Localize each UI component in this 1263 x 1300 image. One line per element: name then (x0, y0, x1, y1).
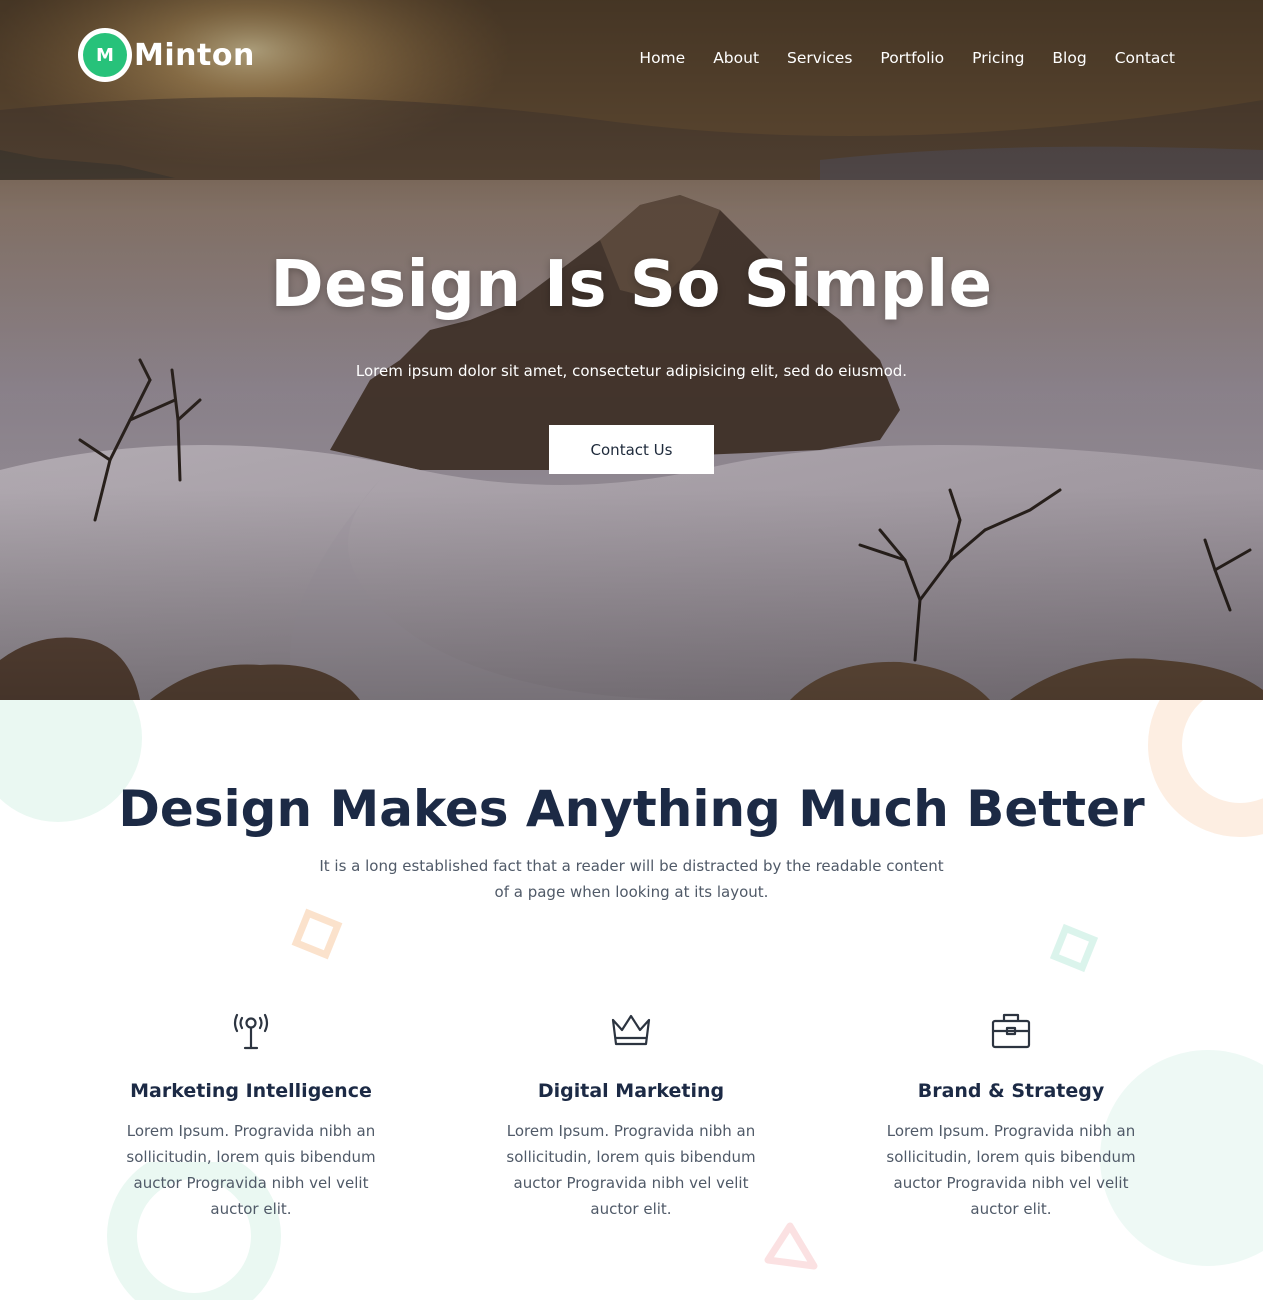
feature-title: Marketing Intelligence (130, 1080, 372, 1102)
nav-link-services[interactable]: Services (787, 47, 852, 69)
feature-text: Lorem Ipsum. Progravida nibh an sollicit… (126, 1122, 376, 1218)
nav-link-home[interactable]: Home (639, 47, 685, 69)
features-section: Design Makes Anything Much Better It is … (0, 700, 1263, 1300)
deco-square-peach (291, 908, 343, 960)
feature-title: Brand & Strategy (917, 1080, 1105, 1102)
contact-us-button[interactable]: Contact Us (549, 425, 714, 474)
hero-section: M Minton Home About Services Portfolio P… (0, 0, 1263, 700)
hero-background-image (0, 0, 1263, 700)
logo-letter: M (83, 33, 127, 77)
section-title: Design Makes Anything Much Better (118, 780, 1145, 838)
feature-card-marketing-intelligence: Marketing Intelligence Lorem Ipsum. Prog… (101, 1010, 401, 1222)
feature-text: Lorem Ipsum. Progravida nibh an sollicit… (886, 1122, 1136, 1218)
feature-card-brand-strategy: Brand & Strategy Lorem Ipsum. Progravida… (861, 1010, 1161, 1222)
hero-title: Design Is So Simple (270, 248, 993, 322)
hero-subtitle: Lorem ipsum dolor sit amet, consectetur … (355, 362, 908, 380)
crown-icon (611, 1014, 651, 1046)
nav-link-portfolio[interactable]: Portfolio (880, 47, 944, 69)
feature-card-digital-marketing: Digital Marketing Lorem Ipsum. Progravid… (481, 1010, 781, 1222)
nav-link-pricing[interactable]: Pricing (972, 47, 1024, 69)
nav-link-blog[interactable]: Blog (1052, 47, 1086, 69)
logo-text: Minton (134, 37, 255, 73)
logo-badge: M (78, 28, 132, 82)
nav-link-contact[interactable]: Contact (1115, 47, 1175, 69)
nav-link-about[interactable]: About (713, 47, 759, 69)
antenna-icon (233, 1013, 269, 1050)
deco-square-mint (1049, 923, 1099, 973)
feature-title: Digital Marketing (537, 1080, 725, 1102)
feature-text: Lorem Ipsum. Progravida nibh an sollicit… (506, 1122, 756, 1218)
briefcase-icon (991, 1013, 1031, 1049)
main-navigation: Home About Services Portfolio Pricing Bl… (611, 47, 1175, 69)
deco-triangle-pink (764, 1222, 818, 1270)
brand-logo[interactable]: M Minton (78, 28, 255, 82)
section-description: It is a long established fact that a rea… (319, 857, 944, 901)
